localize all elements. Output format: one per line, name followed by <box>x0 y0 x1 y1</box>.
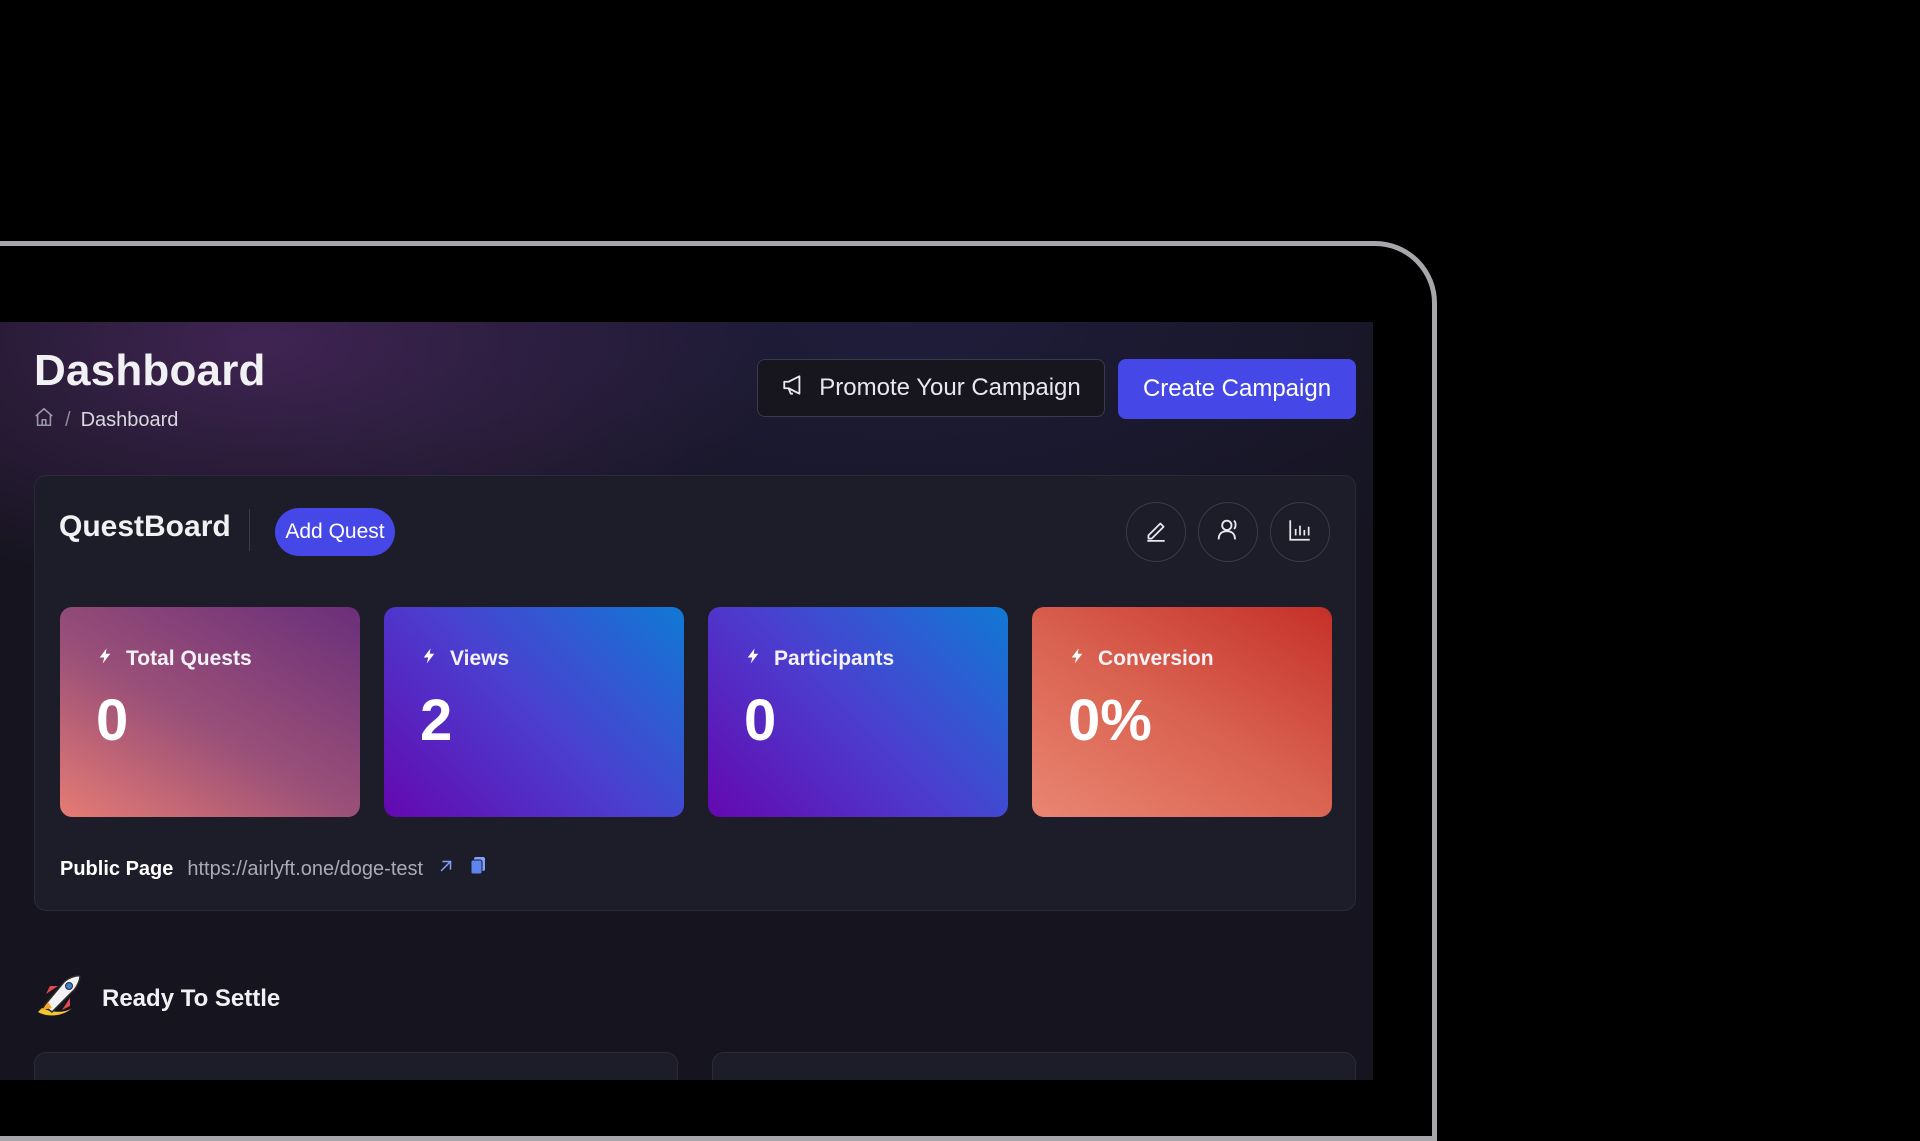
settle-card <box>712 1052 1356 1080</box>
promote-campaign-button[interactable]: Promote Your Campaign <box>757 359 1105 417</box>
lightning-icon <box>1068 647 1086 671</box>
lightning-icon <box>96 647 114 671</box>
lightning-icon <box>420 647 438 671</box>
stat-label: Total Quests <box>126 647 252 670</box>
public-page-label: Public Page <box>60 857 174 880</box>
breadcrumb-current: Dashboard <box>80 408 179 431</box>
stat-card-total-quests: Total Quests 0 <box>60 607 360 817</box>
divider <box>249 509 250 551</box>
analytics-button[interactable] <box>1270 502 1330 562</box>
breadcrumb: / Dashboard <box>33 406 178 434</box>
megaphone-icon <box>781 372 807 405</box>
rocket-icon <box>34 972 86 1025</box>
breadcrumb-separator: / <box>65 408 71 431</box>
participants-button[interactable] <box>1198 502 1258 562</box>
create-campaign-button[interactable]: Create Campaign <box>1118 359 1356 419</box>
lightning-icon <box>744 647 762 671</box>
stat-card-conversion: Conversion 0% <box>1032 607 1332 817</box>
stat-value: 0 <box>744 688 777 753</box>
stat-label: Conversion <box>1098 647 1214 670</box>
ready-to-settle-title: Ready To Settle <box>102 984 281 1012</box>
copy-icon[interactable] <box>469 856 487 882</box>
stat-label: Views <box>450 647 510 670</box>
public-page-row: Public Page https://airlyft.one/doge-tes… <box>60 856 487 882</box>
ready-to-settle-section: Ready To Settle <box>34 972 280 1025</box>
stat-value: 2 <box>420 688 453 753</box>
settle-card <box>34 1052 678 1080</box>
stat-label: Participants <box>774 647 895 670</box>
stat-card-participants: Participants 0 <box>708 607 1008 817</box>
app-screen: Dashboard / Dashboard Promote Your Campa… <box>0 322 1373 1080</box>
bar-chart-icon <box>1287 517 1313 548</box>
questboard-panel: QuestBoard Add Quest Total Quests 0 View… <box>34 475 1356 911</box>
home-icon[interactable] <box>33 406 55 434</box>
stat-value: 0% <box>1068 688 1152 753</box>
promote-campaign-label: Promote Your Campaign <box>819 374 1081 401</box>
add-quest-button[interactable]: Add Quest <box>275 508 395 556</box>
questboard-title: QuestBoard <box>59 510 231 543</box>
stat-card-views: Views 2 <box>384 607 684 817</box>
edit-icon <box>1143 517 1169 548</box>
page-title: Dashboard <box>34 346 266 395</box>
external-link-icon[interactable] <box>437 857 455 881</box>
public-page-url[interactable]: https://airlyft.one/doge-test <box>187 858 423 881</box>
stat-value: 0 <box>96 688 129 753</box>
users-icon <box>1214 516 1242 549</box>
edit-button[interactable] <box>1126 502 1186 562</box>
